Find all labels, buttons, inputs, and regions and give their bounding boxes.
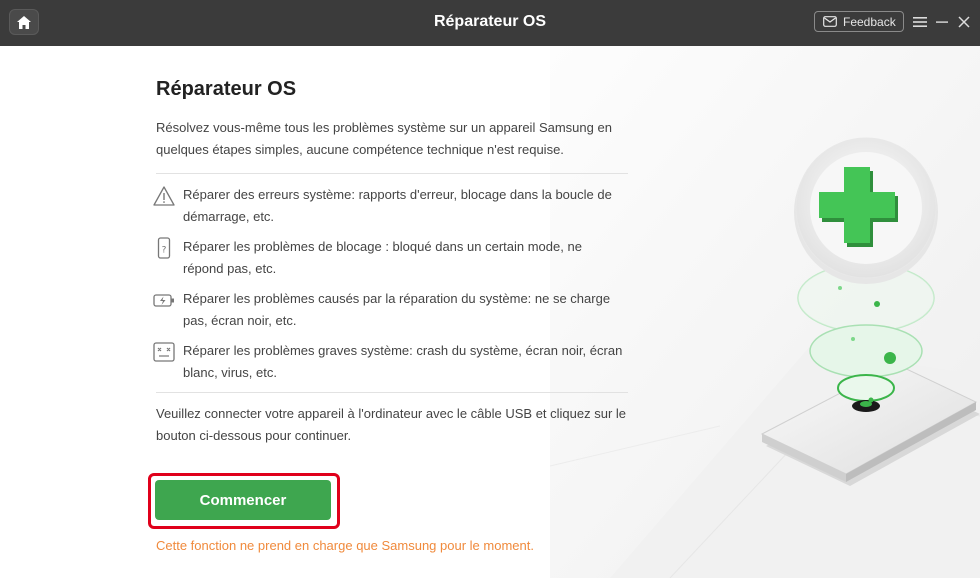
instruction-text: Veuillez connecter votre appareil à l'or…: [156, 406, 627, 443]
feature-item: Réparer des erreurs système: rapports d'…: [152, 184, 624, 228]
feature-item: Réparer les problèmes graves système: cr…: [152, 340, 624, 384]
feature-text: Réparer des erreurs système: rapports d'…: [183, 187, 612, 224]
divider: [156, 392, 628, 393]
minimize-button[interactable]: [932, 12, 952, 32]
main-panel: Réparateur OS Résolvez vous-même tous le…: [0, 46, 980, 578]
mail-icon: [823, 16, 837, 27]
feature-text: Réparer les problèmes de blocage : bloqu…: [183, 239, 582, 276]
feedback-label: Feedback: [843, 14, 896, 29]
feedback-button[interactable]: Feedback: [814, 11, 904, 32]
feature-text: Réparer les problèmes graves système: cr…: [183, 343, 623, 380]
close-icon: [958, 16, 970, 28]
crash-screen-icon: [153, 342, 175, 362]
feature-item: ? Réparer les problèmes de blocage : blo…: [152, 236, 624, 280]
phone-question-icon: ?: [157, 237, 171, 259]
intro-text: Résolvez vous-même tous les problèmes sy…: [156, 120, 612, 157]
divider: [156, 173, 628, 174]
menu-button[interactable]: [910, 12, 930, 32]
feature-item: Réparer les problèmes causés par la répa…: [152, 288, 624, 332]
close-button[interactable]: [954, 12, 974, 32]
page-title: Réparateur OS: [156, 78, 297, 100]
minimize-icon: [936, 21, 948, 23]
warning-icon: [153, 186, 175, 206]
battery-charge-icon: [153, 294, 174, 307]
menu-icon: [913, 17, 927, 27]
start-button[interactable]: Commencer: [155, 480, 331, 520]
feature-text: Réparer les problèmes causés par la répa…: [183, 291, 611, 328]
svg-text:?: ?: [162, 246, 167, 256]
content-area: Réparateur OS Résolvez vous-même tous le…: [153, 78, 628, 447]
title-bar: Réparateur OS Feedback: [0, 0, 980, 46]
support-note: Cette fonction ne prend en charge que Sa…: [156, 538, 534, 553]
